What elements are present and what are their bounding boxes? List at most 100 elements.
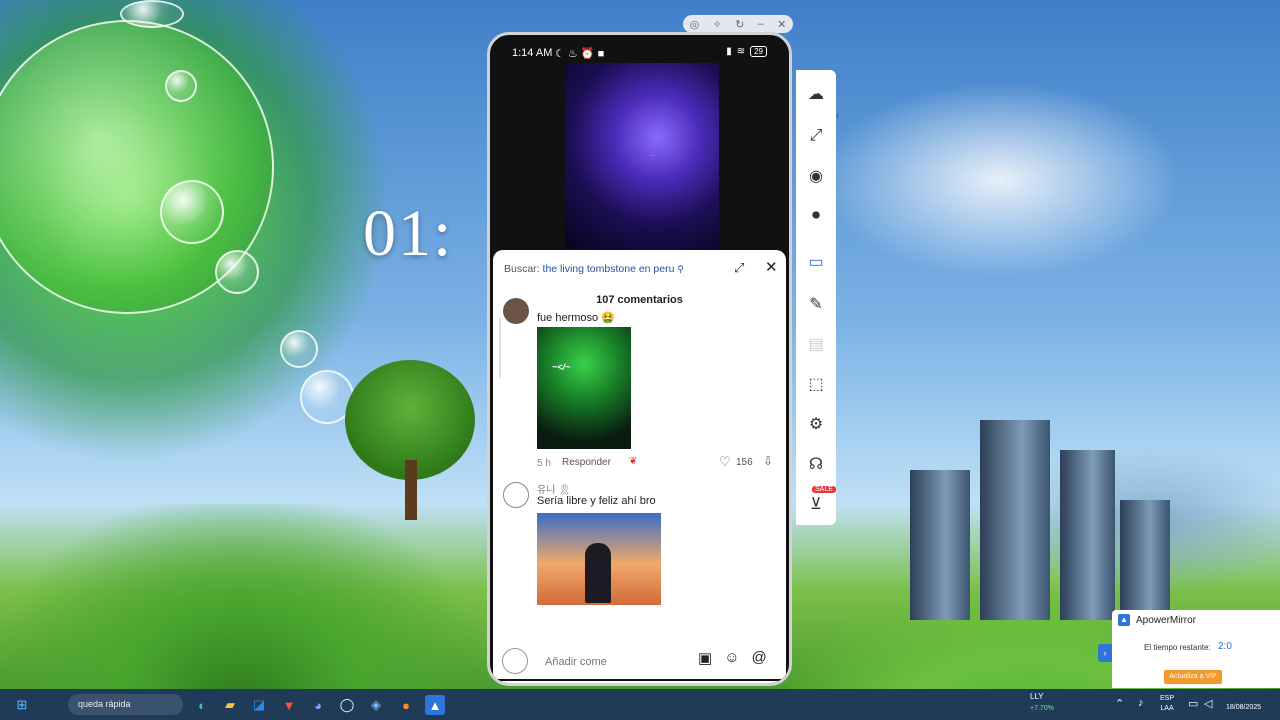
back-icon[interactable]: ↩ (698, 679, 710, 683)
upgrade-vip-button[interactable]: Actualiza a VIP (1164, 670, 1222, 684)
cast-to-pc-icon[interactable]: ▭ (804, 250, 828, 274)
mention-icon[interactable]: @ (752, 649, 767, 667)
comment-text: Sería libre y feliz ahí bro (537, 495, 656, 507)
windows-start-icon[interactable]: ⊞ (12, 695, 32, 715)
wallpaper-bubble (160, 180, 224, 244)
windows-taskbar: ⊞ queda rápida ◐ ▰ ◪ ▼ ◕ ◯ ◈ ● ▲ LLY +7.… (0, 689, 1280, 720)
apowermirror-promo-panel: ▲ ApowerMirror El tiempo restante: 2:0 A… (1112, 610, 1280, 688)
wallpaper-tree-trunk (405, 460, 417, 520)
pin-icon[interactable]: ✧ (713, 18, 722, 31)
wallpaper-building (1120, 500, 1170, 620)
avatar[interactable] (503, 298, 529, 324)
taskbar-search[interactable]: queda rápida (68, 694, 183, 715)
comment-input-bar: ▣ ☺ @ (493, 645, 786, 679)
language-bottom: LAA (1160, 705, 1174, 712)
expand-icon[interactable]: ⤢ (734, 260, 744, 276)
record-icon[interactable]: ◎ (690, 18, 700, 31)
sale-badge: SALE (812, 486, 836, 493)
mascot-icon[interactable]: ☁ (804, 82, 828, 106)
signal-icon: ▮ (726, 46, 732, 57)
search-icon: ⚲ (677, 264, 684, 274)
comment-time: 5 h (537, 458, 551, 469)
search-label: Buscar: (504, 263, 540, 275)
wallpaper-bubble (280, 330, 318, 368)
reply-button[interactable]: Responder (562, 457, 611, 468)
volume-icon[interactable]: ◁ (1204, 697, 1212, 710)
avatar[interactable] (503, 482, 529, 508)
screenshot-icon[interactable]: ◉ (804, 164, 828, 188)
close-comments-button[interactable]: ✕ (765, 258, 778, 276)
band-logo-artwork: ~</~ (552, 362, 571, 372)
video-overlay-caption: ····· (648, 153, 656, 158)
rotate-icon[interactable]: ↻ (735, 18, 744, 31)
comment-image[interactable]: ~</~ (537, 327, 631, 449)
comment-text: fue hermoso 🤮 (537, 312, 615, 324)
github-icon[interactable]: ◯ (337, 695, 357, 715)
image-icon[interactable]: ▣ (698, 649, 712, 667)
collapse-icon[interactable]: ‹ (836, 110, 839, 121)
wallpaper-bubble (215, 250, 259, 294)
firefox-icon[interactable]: ● (396, 695, 416, 715)
mirror-window-controls: ◎ ✧ ↻ – ✕ (683, 15, 793, 33)
comment-username[interactable]: 유니 🎗 (537, 481, 571, 496)
promo-time-value: 2:0 (1218, 641, 1232, 652)
wallpaper-buildings (880, 400, 1180, 620)
search-query: the living tombstone en peru (542, 263, 675, 275)
comment-search-suggestion[interactable]: Buscar: the living tombstone en peru ⚲ (504, 263, 684, 275)
crop-icon[interactable]: ⬚ (804, 372, 828, 396)
record-video-icon[interactable]: ⏺ (804, 204, 828, 228)
status-time: 1:14 AM (512, 47, 553, 59)
network-icon[interactable]: ▭ (1188, 697, 1198, 710)
cart-icon[interactable]: ⊻ (804, 492, 828, 516)
creator-liked-icon: ❦ (629, 456, 638, 467)
outlook-icon[interactable]: ◪ (249, 695, 269, 715)
microphone-icon[interactable]: ♪ (1138, 697, 1144, 709)
taskbar-search-text: queda rápida (78, 699, 131, 709)
dislike-icon[interactable]: ⇩ (763, 454, 773, 468)
settings-icon[interactable]: ⚙ (804, 412, 828, 436)
status-notification-icons: ☾ ♨ ⏰ ■ (555, 48, 605, 60)
wallpaper-bubble (120, 0, 184, 28)
wallpaper-building (910, 470, 970, 620)
promo-toggle-icon[interactable]: › (1098, 644, 1112, 662)
apowermirror-logo-icon: ▲ (1118, 614, 1130, 626)
image-figure (585, 543, 611, 603)
mirror-side-toolbar: ☁ ⤢ ◉ ⏺ ▭ ✎ ▤ ⬚ ⚙ ☊ ⊻ ‹ (796, 70, 839, 525)
wallpaper-grass (0, 504, 480, 704)
fullscreen-icon[interactable]: ⤢ (804, 124, 828, 148)
menu-icon[interactable]: ≡ (570, 679, 578, 683)
like-count: 156 (736, 457, 753, 468)
minimize-icon[interactable]: – (758, 18, 764, 30)
emoji-icon[interactable]: ☺ (724, 649, 739, 667)
taskbar-date[interactable]: 18/08/2025 (1226, 704, 1261, 711)
android-nav-bar: ≡ ○ ↩ (490, 679, 789, 683)
stock-ticker-change: +7.70% (1030, 705, 1054, 712)
edge-icon[interactable]: ◐ (192, 695, 212, 715)
like-icon[interactable]: ♡ (719, 454, 731, 470)
support-icon[interactable]: ☊ (804, 452, 828, 476)
comment-input[interactable] (543, 651, 657, 673)
promo-time-label: El tiempo restante: (1144, 643, 1211, 652)
promo-title: ApowerMirror (1136, 615, 1197, 626)
brave-icon[interactable]: ▼ (279, 695, 299, 715)
apowermirror-icon[interactable]: ▲ (425, 695, 445, 715)
discord-icon[interactable]: ◕ (308, 695, 328, 715)
avatar (502, 648, 528, 674)
stock-ticker-name[interactable]: LLY (1030, 692, 1044, 701)
comment-input-actions: ▣ ☺ @ (698, 649, 767, 667)
vpn-icon[interactable]: ◈ (366, 695, 386, 715)
home-icon[interactable]: ○ (635, 679, 643, 683)
tray-chevron-icon[interactable]: ⌃ (1115, 697, 1124, 710)
clipboard-icon: ▤ (808, 336, 824, 353)
language-indicator[interactable]: ESP LAA (1160, 694, 1174, 714)
comment-image[interactable] (537, 513, 661, 605)
desktop-clock: 01: (363, 197, 454, 270)
comment-count: 107 comentarios (596, 294, 683, 306)
whiteboard-icon[interactable]: ✎ (804, 292, 828, 316)
close-icon[interactable]: ✕ (777, 18, 786, 31)
comments-scrollbar[interactable] (499, 318, 501, 378)
wallpaper-bubble (165, 70, 197, 102)
video-player[interactable]: ····· (565, 63, 719, 249)
wallpaper-building (1060, 450, 1115, 620)
folder-icon[interactable]: ▰ (220, 695, 240, 715)
